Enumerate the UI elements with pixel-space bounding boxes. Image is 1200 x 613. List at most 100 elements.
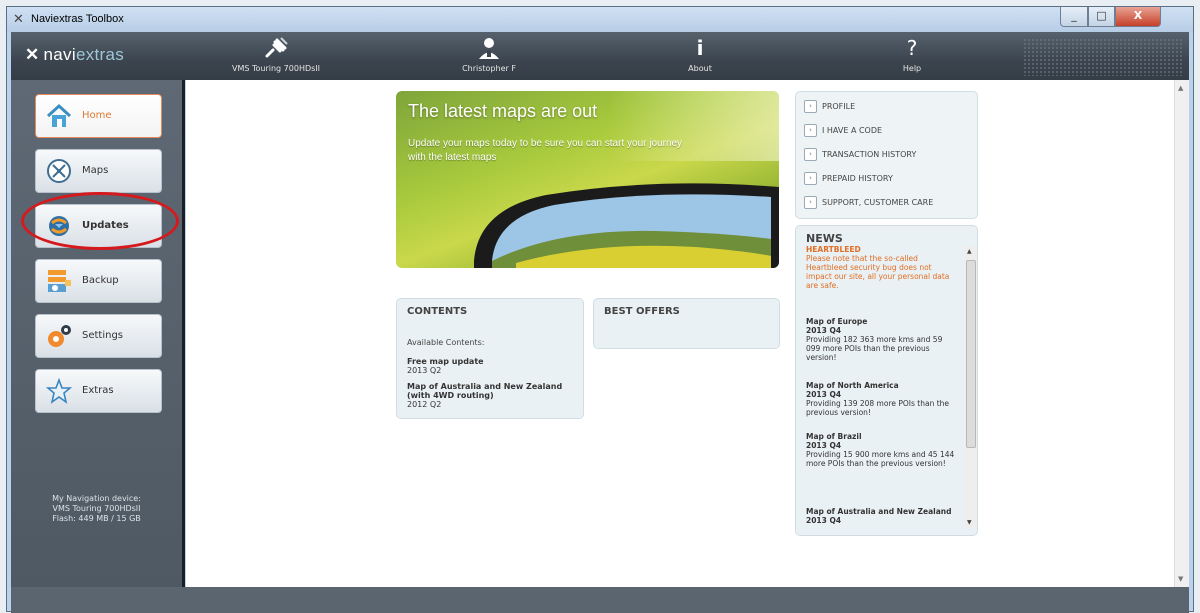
sidebar-item-label: Home xyxy=(82,110,112,121)
about-nav[interactable]: i About xyxy=(675,32,725,80)
scroll-down-icon[interactable]: ▼ xyxy=(967,519,972,526)
user-nav[interactable]: Christopher F xyxy=(439,32,539,80)
link-label: PREPAID HISTORY xyxy=(822,174,893,183)
account-links-panel: › PROFILE › I HAVE A CODE › TRANSACTION HIS… xyxy=(795,91,978,219)
close-button[interactable]: X xyxy=(1115,7,1161,27)
link-support[interactable]: › SUPPORT, CUSTOMER CARE xyxy=(804,196,933,209)
news-item[interactable]: Map of Brazil 2013 Q4 Providing 15 900 m… xyxy=(806,432,956,468)
app-window: ✕ Naviextras Toolbox _ □ X ✕ naviextras V… xyxy=(6,6,1194,613)
link-label: I HAVE A CODE xyxy=(822,126,883,135)
updates-highlight-circle xyxy=(21,192,179,250)
naviextras-logo[interactable]: ✕ naviextras xyxy=(25,45,124,65)
content-item[interactable]: Map of Australia and New Zealand (with 4… xyxy=(407,382,572,409)
chevron-right-icon: › xyxy=(804,172,817,185)
status-bar xyxy=(11,587,1189,613)
chevron-right-icon: › xyxy=(804,124,817,137)
top-navigation-bar: ✕ naviextras VMS Touring 700HDsII Christo… xyxy=(11,32,1189,80)
sidebar-item-settings[interactable]: Settings xyxy=(35,314,162,358)
device-nav-label: VMS Touring 700HDsII xyxy=(231,64,321,73)
banner-title: The latest maps are out xyxy=(408,101,598,121)
app-logo-icon: ✕ xyxy=(13,12,24,27)
news-item-version: 2013 Q4 xyxy=(806,516,842,525)
home-icon xyxy=(46,103,72,129)
device-name: VMS Touring 700HDsII xyxy=(52,504,141,513)
help-icon: ? xyxy=(906,36,918,60)
user-icon xyxy=(476,36,502,60)
decorative-pattern xyxy=(1023,38,1183,76)
news-header: NEWS xyxy=(806,232,843,245)
title-bar[interactable]: ✕ Naviextras Toolbox _ □ X xyxy=(7,7,1193,32)
help-nav[interactable]: ? Help xyxy=(887,32,937,80)
brand-name-part-1: navi xyxy=(43,45,76,64)
main-content: The latest maps are out Update your maps… xyxy=(186,80,1189,587)
news-scroll-thumb[interactable] xyxy=(966,260,976,448)
minimize-button[interactable]: _ xyxy=(1060,7,1088,27)
content-item-version: 2013 Q2 xyxy=(407,366,442,375)
user-nav-label: Christopher F xyxy=(462,64,516,73)
link-profile[interactable]: › PROFILE xyxy=(804,100,855,113)
banner-text: Update your maps today to be sure you ca… xyxy=(408,138,683,163)
news-item-title: Map of Australia and New Zealand xyxy=(806,507,952,516)
help-nav-label: Help xyxy=(902,64,922,73)
contents-header: CONTENTS xyxy=(407,306,468,317)
star-icon xyxy=(45,377,73,404)
device-storage: Flash: 449 MB / 15 GB xyxy=(52,514,141,523)
sidebar-item-label: Backup xyxy=(82,275,119,286)
news-item-title: Map of Brazil xyxy=(806,432,862,441)
news-panel: NEWS HEARTBLEED Please note that the so-… xyxy=(795,225,978,536)
sidebar-item-maps[interactable]: Maps xyxy=(35,149,162,193)
link-prepaid-history[interactable]: › PREPAID HISTORY xyxy=(804,172,893,185)
gear-icon xyxy=(46,323,72,349)
info-icon: i xyxy=(696,36,704,60)
about-nav-label: About xyxy=(688,64,712,73)
device-plug-icon xyxy=(263,36,289,60)
sidebar-item-backup[interactable]: Backup xyxy=(35,259,162,303)
content-item-version: 2012 Q2 xyxy=(407,400,442,409)
news-item-version: 2013 Q4 xyxy=(806,441,842,450)
sidebar-item-label: Extras xyxy=(82,385,114,396)
news-item-body: Providing 182 363 more kms and 59 099 mo… xyxy=(806,335,943,362)
backup-icon xyxy=(46,268,72,294)
compass-icon xyxy=(46,158,72,184)
news-item-body: Please note that the so-called Heartblee… xyxy=(806,254,950,290)
best-offers-panel: BEST OFFERS xyxy=(593,298,780,349)
chevron-right-icon: › xyxy=(804,100,817,113)
contents-panel: CONTENTS Available Contents: Free map up… xyxy=(396,298,584,419)
brand-name-part-2: extras xyxy=(75,45,125,64)
news-item[interactable]: Map of North America 2013 Q4 Providing 1… xyxy=(806,381,956,417)
device-nav[interactable]: VMS Touring 700HDsII xyxy=(216,32,336,80)
news-item[interactable]: Map of Australia and New Zealand 2013 Q4 xyxy=(806,507,956,527)
scroll-up-icon[interactable]: ▲ xyxy=(1178,84,1183,92)
scroll-up-icon[interactable]: ▲ xyxy=(967,248,972,255)
maximize-button[interactable]: □ xyxy=(1088,7,1115,27)
sidebar-item-extras[interactable]: Extras xyxy=(35,369,162,413)
news-item-version: 2013 Q4 xyxy=(806,390,842,399)
sidebar-item-home[interactable]: Home xyxy=(35,94,162,138)
news-item[interactable]: Map of Europe 2013 Q4 Providing 182 363 … xyxy=(806,317,956,362)
device-info: My Navigation device: VMS Touring 700HDs… xyxy=(11,494,182,524)
news-item-title: HEARTBLEED xyxy=(806,245,861,254)
link-transaction-history[interactable]: › TRANSACTION HISTORY xyxy=(804,148,916,161)
news-item-version: 2013 Q4 xyxy=(806,326,842,335)
best-offers-header: BEST OFFERS xyxy=(604,306,680,317)
content-item-title: Map of Australia and New Zealand (with 4… xyxy=(407,382,563,400)
sidebar: Home Maps Updates Backup Settings Extras… xyxy=(11,80,185,587)
link-label: SUPPORT, CUSTOMER CARE xyxy=(822,198,934,207)
content-item[interactable]: Free map update 2013 Q2 xyxy=(407,357,484,375)
sidebar-item-label: Maps xyxy=(82,165,109,176)
latest-maps-banner[interactable]: The latest maps are out Update your maps… xyxy=(396,91,779,268)
device-info-heading: My Navigation device: xyxy=(52,494,141,503)
scroll-down-icon[interactable]: ▼ xyxy=(1178,575,1183,583)
link-label: TRANSACTION HISTORY xyxy=(822,150,917,159)
content-item-title: Free map update xyxy=(407,357,484,366)
naviextras-mark-icon: ✕ xyxy=(25,45,40,64)
window-title: Naviextras Toolbox xyxy=(31,13,124,25)
news-item-title: Map of Europe xyxy=(806,317,868,326)
news-item-body: Providing 139 208 more POIs than the pre… xyxy=(806,399,950,417)
sidebar-item-label: Settings xyxy=(82,330,124,341)
main-scrollbar[interactable]: ▲ ▼ xyxy=(1174,80,1189,587)
link-i-have-a-code[interactable]: › I HAVE A CODE xyxy=(804,124,882,137)
link-label: PROFILE xyxy=(822,102,856,111)
news-scrollbar[interactable]: ▲ ▼ xyxy=(965,246,977,528)
news-item-heartbleed[interactable]: HEARTBLEED Please note that the so-calle… xyxy=(806,245,956,290)
